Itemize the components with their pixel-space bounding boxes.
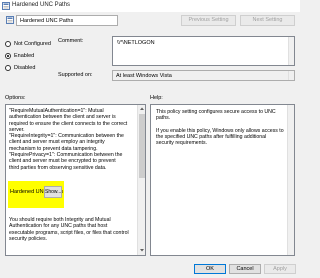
help-scrollbar[interactable] [287,105,294,255]
policy-icon [2,2,10,10]
options-scrollbar[interactable] [137,105,145,255]
not-configured-radio[interactable] [5,41,11,47]
supported-on-label: Supported on: [58,72,93,78]
disabled-radio[interactable] [5,65,11,71]
cancel-button[interactable]: Cancel [229,264,261,274]
supported-on-field: At least Windows Vista [112,70,295,81]
option-line: third parties from observing sensitive d… [9,164,107,171]
previous-setting-button[interactable]: Previous Setting [181,15,236,26]
apply-button[interactable]: Apply [264,264,296,274]
comment-scrollbar[interactable] [288,37,294,65]
help-paragraph: If you enable this policy, Windows only … [156,127,284,147]
ok-button[interactable]: OK [194,264,226,274]
policy-name-field: Hardened UNC Paths [16,15,118,26]
footer-line: security policies. [9,235,48,242]
options-scroll-thumb[interactable] [139,114,145,178]
scroll-down-icon[interactable] [139,248,145,253]
help-paragraph: This policy setting configures secure ac… [156,109,276,122]
not-configured-label: Not Configured [14,41,51,47]
policy-setting-icon [6,16,14,24]
options-footer: You should require both Integrity and Mu… [6,217,136,242]
enabled-radio[interactable] [5,53,11,59]
help-pane: This policy setting configures secure ac… [150,104,295,256]
options-label: Options: [5,95,26,101]
supported-on-value: At least Windows Vista [116,73,172,79]
supported-scrollbar[interactable] [288,71,294,80]
next-setting-button[interactable]: Next Setting [240,15,295,26]
show-button[interactable]: Show... [44,186,62,198]
enabled-label: Enabled [14,53,35,59]
window-title: Hardened UNC Paths [12,2,71,8]
comment-label: Comment: [58,38,84,44]
help-label: Help: [150,95,163,101]
comment-value: \\*\NETLOGON [117,40,155,46]
footer-line: executable programs, script files, or fi… [9,229,129,236]
comment-textarea[interactable]: \\*\NETLOGON [112,36,295,66]
disabled-label: Disabled [14,65,36,71]
scroll-up-icon[interactable] [139,106,145,111]
option-line: required to ensure the client connects t… [9,120,128,127]
